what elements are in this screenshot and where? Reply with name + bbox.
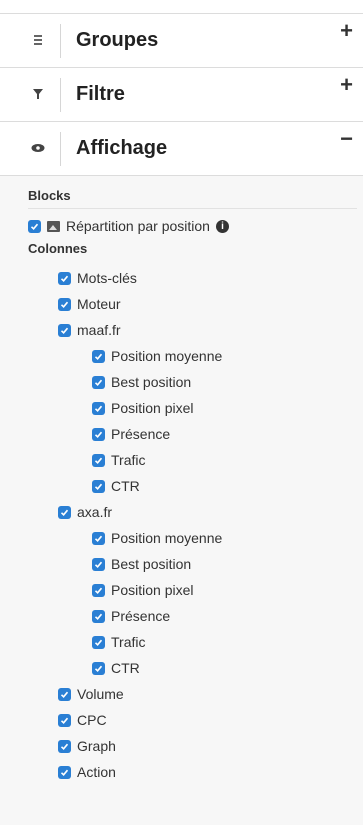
- section-filtre-expand-button[interactable]: +: [340, 74, 353, 96]
- section-affichage-title: Affichage: [76, 137, 168, 159]
- column-option-label: Graph: [77, 738, 116, 754]
- column-option-row[interactable]: Mots-clés: [58, 265, 363, 291]
- info-icon[interactable]: i: [215, 219, 229, 233]
- blocks-label: Blocks: [28, 188, 71, 203]
- column-option-row[interactable]: Position pixel: [92, 395, 363, 421]
- section-filtre-header[interactable]: Filtre +: [0, 68, 363, 122]
- column-option-label: Position pixel: [111, 582, 194, 598]
- column-option-label: Mots-clés: [77, 270, 137, 286]
- column-option-label: Volume: [77, 686, 124, 702]
- checkbox[interactable]: [92, 635, 105, 649]
- checkbox[interactable]: [58, 765, 71, 779]
- column-option-label: Présence: [111, 426, 171, 442]
- column-option-label: Action: [77, 764, 116, 780]
- column-option-row[interactable]: Best position: [92, 551, 363, 577]
- checkbox[interactable]: [58, 505, 71, 519]
- column-option-row[interactable]: Volume: [58, 681, 363, 707]
- column-option-row[interactable]: Action: [58, 759, 363, 785]
- checkbox[interactable]: [92, 479, 105, 493]
- section-filtre-title: Filtre: [76, 83, 125, 105]
- column-option-row[interactable]: Moteur: [58, 291, 363, 317]
- column-option-label: Moteur: [77, 296, 121, 312]
- column-option-row[interactable]: CTR: [92, 473, 363, 499]
- checkbox[interactable]: [92, 401, 105, 415]
- column-option-label: CTR: [111, 660, 140, 676]
- column-option-row[interactable]: maaf.fr: [58, 317, 363, 343]
- column-option-row[interactable]: CTR: [92, 655, 363, 681]
- column-option-row[interactable]: Position moyenne: [92, 525, 363, 551]
- image-icon: [47, 220, 60, 232]
- section-affichage-collapse-button[interactable]: −: [340, 128, 353, 150]
- column-option-row[interactable]: Présence: [92, 421, 363, 447]
- checkbox[interactable]: [92, 583, 105, 597]
- column-option-label: Position pixel: [111, 400, 194, 416]
- checkbox[interactable]: [92, 557, 105, 571]
- column-option-label: axa.fr: [77, 504, 113, 520]
- options-panel: Groupes + Filtre + Affichage − Blocks Ré…: [0, 0, 363, 825]
- header-divider: [60, 24, 61, 58]
- checkbox[interactable]: [58, 687, 71, 701]
- column-option-row[interactable]: Trafic: [92, 447, 363, 473]
- checkbox[interactable]: [58, 297, 71, 311]
- header-divider: [60, 78, 61, 112]
- column-option-row[interactable]: Position moyenne: [92, 343, 363, 369]
- column-option-label: Position moyenne: [111, 530, 223, 546]
- affichage-content: Blocks Répartition par position i Colonne…: [0, 176, 363, 785]
- checkbox[interactable]: [92, 375, 105, 389]
- checkbox[interactable]: [92, 531, 105, 545]
- checkbox[interactable]: [58, 713, 71, 727]
- column-option-row[interactable]: Trafic: [92, 629, 363, 655]
- column-option-label: CTR: [111, 478, 140, 494]
- block-option-label: Répartition par position: [66, 218, 210, 234]
- column-option-label: Best position: [111, 374, 192, 390]
- filter-icon: [30, 86, 46, 102]
- checkbox[interactable]: [92, 661, 105, 675]
- checkbox[interactable]: [58, 739, 71, 753]
- checkbox[interactable]: [58, 271, 71, 285]
- column-option-label: Trafic: [111, 634, 146, 650]
- panel-top-strip: [0, 0, 363, 14]
- checkbox[interactable]: [58, 323, 71, 337]
- section-affichage-header[interactable]: Affichage −: [0, 122, 363, 176]
- column-option-row[interactable]: Best position: [92, 369, 363, 395]
- checkbox[interactable]: [92, 453, 105, 467]
- column-option-label: Position moyenne: [111, 348, 223, 364]
- checkbox[interactable]: [92, 427, 105, 441]
- list-icon: [30, 32, 46, 48]
- checkbox[interactable]: [92, 609, 105, 623]
- section-groupes-header[interactable]: Groupes +: [0, 14, 363, 68]
- columns-list: Mots-clés Moteur maaf.fr Position moyenne Be…: [0, 265, 363, 785]
- column-option-label: maaf.fr: [77, 322, 121, 338]
- checkbox[interactable]: [28, 219, 41, 233]
- column-option-row[interactable]: CPC: [58, 707, 363, 733]
- column-option-row[interactable]: Position pixel: [92, 577, 363, 603]
- column-option-label: CPC: [77, 712, 107, 728]
- blocks-list: Répartition par position i: [0, 213, 363, 239]
- section-groupes-expand-button[interactable]: +: [340, 20, 353, 42]
- section-groupes-title: Groupes: [76, 29, 159, 51]
- checkbox[interactable]: [92, 349, 105, 363]
- column-option-label: Trafic: [111, 452, 146, 468]
- block-option-row[interactable]: Répartition par position i: [28, 213, 363, 239]
- column-option-label: Présence: [111, 608, 171, 624]
- column-option-row[interactable]: Présence: [92, 603, 363, 629]
- column-option-row[interactable]: axa.fr: [58, 499, 363, 525]
- column-option-row[interactable]: Graph: [58, 733, 363, 759]
- header-divider: [60, 132, 61, 166]
- eye-icon: [30, 140, 46, 156]
- column-option-label: Best position: [111, 556, 192, 572]
- blocks-divider: [28, 208, 357, 209]
- colonnes-label: Colonnes: [28, 241, 88, 256]
